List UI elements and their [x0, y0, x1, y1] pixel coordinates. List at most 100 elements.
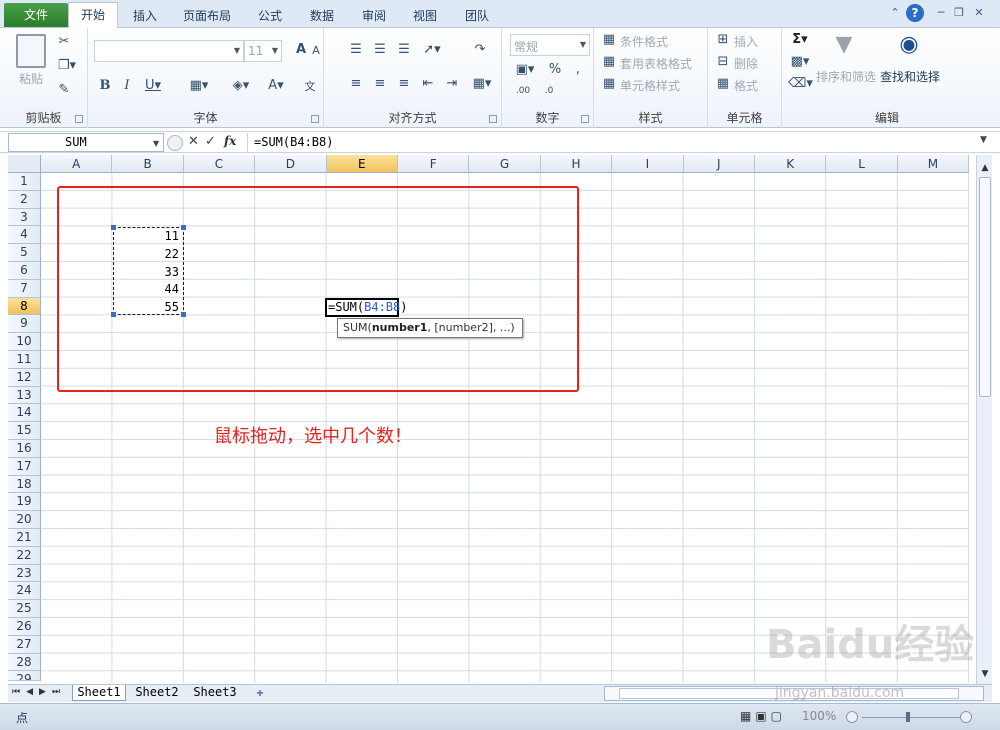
font-color-icon[interactable]: A▾ — [264, 78, 288, 93]
align-right-icon[interactable]: ≡ — [396, 76, 412, 91]
font-size-combo[interactable]: 11 ▼ — [244, 40, 282, 62]
row-header-8[interactable]: 8 — [8, 297, 41, 316]
italic-icon[interactable]: I — [120, 78, 134, 93]
format-as-table-button[interactable]: 套用表格格式 — [620, 55, 692, 72]
font-launcher-icon[interactable] — [311, 115, 319, 123]
name-box-dropdown-icon[interactable]: ▼ — [153, 139, 159, 148]
cell-styles-icon[interactable]: ▦ — [602, 76, 616, 91]
bold-icon[interactable]: B — [98, 78, 112, 93]
column-header-g[interactable]: G — [469, 155, 541, 173]
align-left-icon[interactable]: ≡ — [348, 76, 364, 91]
view-buttons-icon[interactable]: ▦▣▢ — [740, 709, 786, 723]
row-header-3[interactable]: 3 — [8, 208, 41, 227]
orientation-icon[interactable]: ➚▾ — [420, 42, 444, 57]
column-header-k[interactable]: K — [755, 155, 827, 173]
sort-filter-icon[interactable]: ▼ — [830, 32, 858, 57]
number-launcher-icon[interactable] — [581, 115, 589, 123]
zoom-level[interactable]: 100% — [802, 709, 836, 723]
align-center-icon[interactable]: ≡ — [372, 76, 388, 91]
minimize-icon[interactable]: ─ — [934, 6, 948, 20]
autosum-icon[interactable]: Σ▾ — [788, 32, 812, 47]
column-header-i[interactable]: I — [612, 155, 684, 173]
formula-input[interactable]: =SUM(B4:B8) — [247, 133, 976, 152]
name-box[interactable]: SUM — [8, 133, 164, 152]
font-name-combo[interactable]: ▼ — [94, 40, 244, 62]
scroll-down-icon[interactable]: ▼ — [979, 669, 991, 681]
close-icon[interactable]: ✕ — [972, 6, 986, 20]
tab-page-layout[interactable]: 页面布局 — [176, 5, 238, 28]
number-format-combo[interactable]: 常规 ▼ — [510, 34, 590, 56]
find-select-icon[interactable]: ◉ — [894, 32, 924, 57]
cell-styles-button[interactable]: 单元格样式 — [620, 77, 680, 94]
sheet-tab-sheet2[interactable]: Sheet2 — [130, 685, 184, 701]
zoom-slider-thumb[interactable] — [906, 712, 910, 722]
row-header-1[interactable]: 1 — [8, 173, 41, 191]
row-header-28[interactable]: 28 — [8, 653, 41, 672]
phonetic-icon[interactable]: 文 — [300, 78, 320, 94]
align-bottom-icon[interactable]: ☰ — [396, 42, 412, 57]
align-middle-icon[interactable]: ☰ — [372, 42, 388, 57]
tab-insert[interactable]: 插入 — [124, 5, 166, 28]
sheet-tab-sheet3[interactable]: Sheet3 — [188, 685, 242, 701]
zoom-slider[interactable] — [862, 717, 960, 718]
currency-icon[interactable]: ▣▾ — [512, 62, 538, 77]
restore-icon[interactable]: ❐ — [952, 6, 966, 20]
column-header-c[interactable]: C — [183, 155, 256, 173]
row-header-7[interactable]: 7 — [8, 279, 41, 298]
vertical-scrollbar[interactable]: ▲ ▼ — [976, 155, 992, 685]
increase-indent-icon[interactable]: ⇥ — [444, 76, 460, 91]
format-cells-icon[interactable]: ▦ — [716, 76, 730, 91]
decrease-indent-icon[interactable]: ⇤ — [420, 76, 436, 91]
row-header-27[interactable]: 27 — [8, 635, 41, 654]
format-painter-icon[interactable]: ✎ — [56, 82, 72, 97]
row-header-6[interactable]: 6 — [8, 262, 41, 280]
formula-bar-handle-icon[interactable] — [167, 135, 183, 151]
delete-cells-button[interactable]: 删除 — [734, 55, 758, 72]
insert-cells-icon[interactable]: ⊞ — [716, 32, 730, 47]
clipboard-launcher-icon[interactable] — [75, 115, 83, 123]
tab-review[interactable]: 审阅 — [354, 5, 394, 28]
alignment-launcher-icon[interactable] — [489, 115, 497, 123]
row-header-10[interactable]: 10 — [8, 333, 41, 351]
sort-filter-button[interactable]: 排序和筛选 — [816, 68, 876, 85]
tab-data[interactable]: 数据 — [302, 5, 342, 28]
row-header-29[interactable]: 29 — [8, 671, 41, 682]
column-header-j[interactable]: J — [683, 155, 755, 173]
row-header-5[interactable]: 5 — [8, 244, 41, 262]
column-header-b[interactable]: B — [112, 155, 184, 173]
align-top-icon[interactable]: ☰ — [348, 42, 364, 57]
tab-view[interactable]: 视图 — [405, 5, 445, 28]
grow-font-icon[interactable]: A — [294, 42, 308, 57]
row-header-4[interactable]: 4 — [8, 226, 41, 245]
row-header-20[interactable]: 20 — [8, 511, 41, 529]
row-header-11[interactable]: 11 — [8, 351, 41, 369]
underline-icon[interactable]: U▾ — [142, 78, 164, 93]
find-select-button[interactable]: 查找和选择 — [880, 68, 940, 85]
zoom-in-icon[interactable] — [960, 711, 972, 723]
paste-icon[interactable] — [16, 34, 46, 68]
comma-icon[interactable]: , — [572, 62, 584, 77]
row-header-23[interactable]: 23 — [8, 564, 41, 583]
merge-center-icon[interactable]: ▦▾ — [470, 76, 494, 91]
shrink-font-icon[interactable]: A — [310, 44, 322, 57]
row-header-14[interactable]: 14 — [8, 404, 41, 423]
column-header-e[interactable]: E — [326, 155, 398, 173]
row-header-17[interactable]: 17 — [8, 457, 41, 476]
row-header-18[interactable]: 18 — [8, 475, 41, 494]
column-header-a[interactable]: A — [41, 155, 113, 173]
percent-icon[interactable]: % — [548, 62, 562, 77]
zoom-out-icon[interactable] — [846, 711, 858, 723]
border-icon[interactable]: ▦▾ — [186, 78, 212, 93]
minimize-ribbon-icon[interactable]: ⌃ — [888, 6, 902, 20]
format-cells-button[interactable]: 格式 — [734, 77, 758, 94]
column-header-f[interactable]: F — [398, 155, 470, 173]
cancel-formula-icon[interactable]: ✕ — [188, 134, 199, 149]
tab-team[interactable]: 团队 — [457, 5, 497, 28]
tab-home[interactable]: 开始 — [68, 2, 118, 29]
row-header-22[interactable]: 22 — [8, 546, 41, 565]
row-header-12[interactable]: 12 — [8, 368, 41, 387]
decrease-decimal-icon[interactable]: .0 — [538, 86, 560, 96]
increase-decimal-icon[interactable]: .00 — [512, 86, 534, 96]
row-header-9[interactable]: 9 — [8, 315, 41, 334]
tab-formulas[interactable]: 公式 — [250, 5, 290, 28]
